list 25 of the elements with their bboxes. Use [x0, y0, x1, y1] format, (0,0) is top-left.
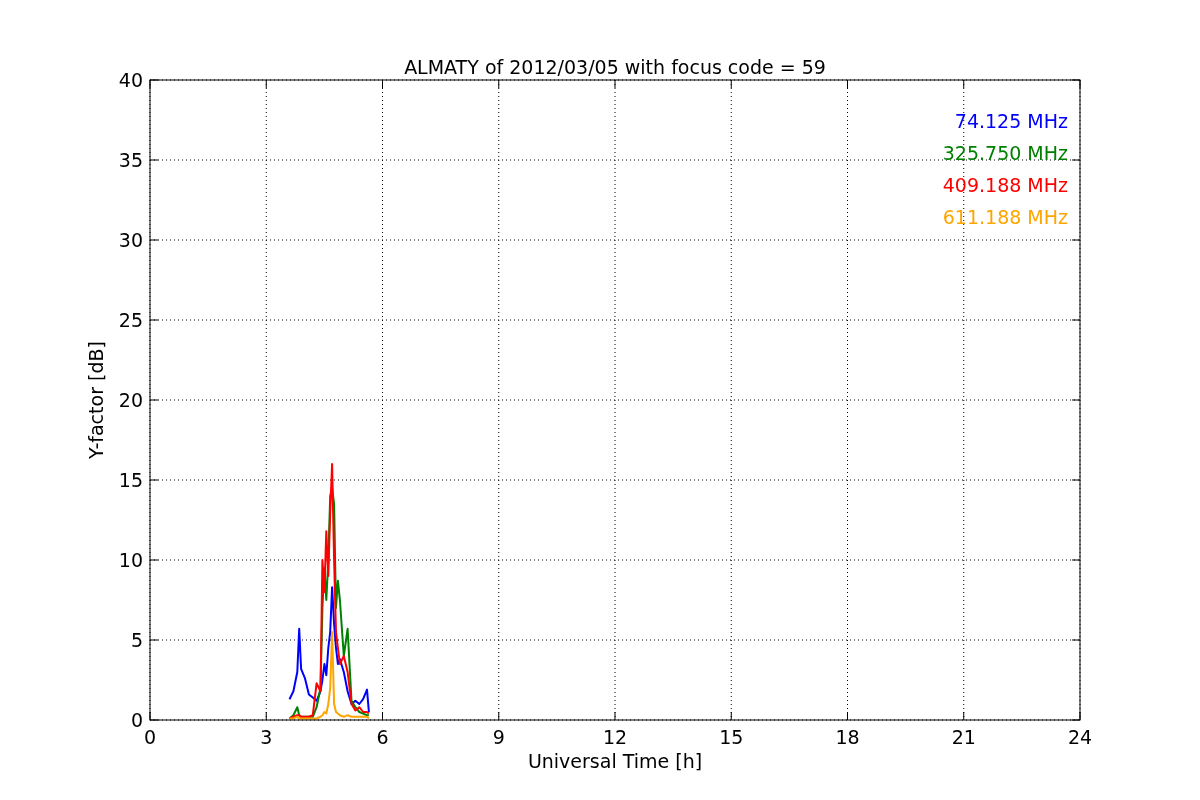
y-tick-label: 10: [118, 549, 143, 571]
legend-label: 325.750 MHz: [942, 142, 1068, 164]
x-tick-label: 9: [492, 726, 505, 748]
y-tick-label: 35: [118, 149, 143, 171]
y-tick-label: 25: [118, 309, 143, 331]
legend-label: 409.188 MHz: [942, 174, 1068, 196]
chart-title: ALMATY of 2012/03/05 with focus code = 59: [404, 56, 826, 78]
y-tick-label: 20: [118, 389, 143, 411]
legend-label: 74.125 MHz: [954, 110, 1068, 132]
y-tick-label: 30: [118, 229, 143, 251]
x-axis-label: Universal Time [h]: [527, 750, 703, 772]
y-tick-label: 40: [118, 69, 143, 91]
x-tick-label: 24: [1067, 726, 1093, 748]
y-axis-label: Y-factor [dB]: [85, 341, 107, 459]
legend-label: 611.188 MHz: [942, 206, 1068, 228]
x-tick-label: 12: [602, 726, 628, 748]
y-tick-label: 5: [130, 629, 143, 651]
y-tick-label: 15: [118, 469, 143, 491]
x-tick-label: 21: [951, 726, 976, 748]
x-tick-label: 6: [376, 726, 389, 748]
y-tick-label: 0: [130, 709, 143, 731]
x-tick-label: 0: [143, 726, 157, 748]
x-tick-label: 3: [260, 726, 273, 748]
x-tick-label: 18: [835, 726, 860, 748]
x-tick-label: 15: [719, 726, 744, 748]
